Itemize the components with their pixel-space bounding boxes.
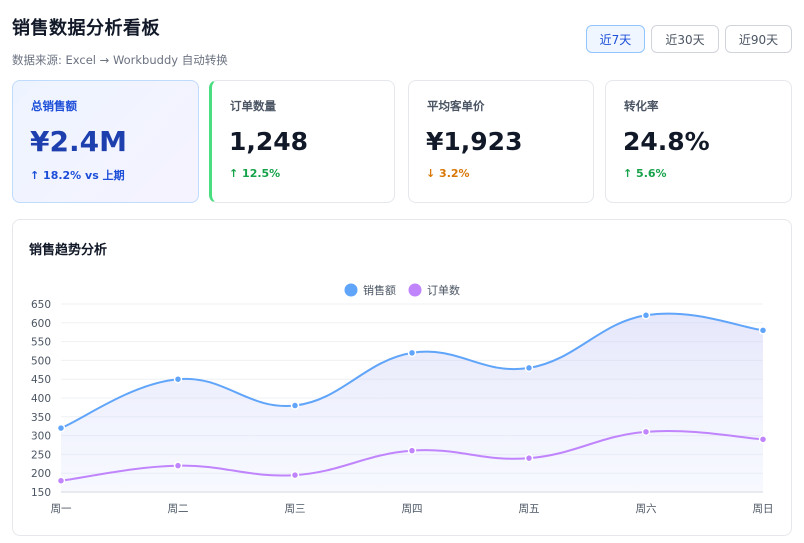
kpi-value: ¥2.4M <box>30 125 127 158</box>
y-tick-label: 400 <box>31 393 51 405</box>
sales-point <box>758 326 768 335</box>
sales-point <box>407 348 417 358</box>
kpi-value: 24.8% <box>623 127 710 156</box>
sales-point <box>173 374 183 384</box>
orders-point <box>56 476 66 485</box>
sales-point <box>641 311 651 320</box>
orders-point <box>758 435 768 444</box>
x-tick-label: 周三 <box>285 503 306 515</box>
y-tick-label: 450 <box>31 374 51 386</box>
page-header: 销售数据分析看板 数据来源: Excel → Workbuddy 自动转换 <box>12 14 228 68</box>
data-source-subtitle: 数据来源: Excel → Workbuddy 自动转换 <box>12 53 228 67</box>
kpi-cards: 总销售额 ¥2.4M ↑ 18.2% vs 上期 订单数量 1,248 ↑ 12… <box>12 80 792 203</box>
kpi-card-conversion-rate[interactable]: 转化率 24.8% ↑ 5.6% <box>605 80 792 203</box>
x-tick-label: 周四 <box>402 503 423 515</box>
x-tick-label: 周二 <box>168 503 189 515</box>
y-tick-label: 200 <box>31 468 51 480</box>
kpi-label: 订单数量 <box>230 99 276 113</box>
x-tick-label: 周日 <box>753 503 774 515</box>
page-title: 销售数据分析看板 <box>12 18 160 39</box>
kpi-change: ↑ 12.5% <box>229 167 281 180</box>
range-7-days-button[interactable]: 近7天 <box>586 25 645 53</box>
sales-trend-panel: 销售趋势分析 150 200 250 300 350 400 450 500 550 600 650… <box>12 219 792 536</box>
kpi-value: ¥1,923 <box>426 127 523 156</box>
legend-orders-label: 订单数 <box>427 284 460 297</box>
orders-point <box>290 470 300 480</box>
date-range-selector: 近7天 近30天 近90天 <box>586 25 792 53</box>
sales-point <box>524 363 534 373</box>
range-30-days-button[interactable]: 近30天 <box>651 25 719 53</box>
range-90-days-button[interactable]: 近90天 <box>725 25 792 53</box>
kpi-change: ↑ 18.2% vs 上期 <box>30 169 125 182</box>
legend-sales-marker <box>344 283 358 297</box>
y-tick-label: 600 <box>31 318 51 330</box>
kpi-label: 平均客单价 <box>427 99 485 113</box>
orders-point <box>407 446 417 455</box>
orders-point <box>173 461 183 470</box>
y-tick-label: 350 <box>31 412 51 424</box>
y-tick-label: 150 <box>31 487 51 499</box>
sales-point <box>56 423 66 433</box>
sales-point <box>290 401 300 410</box>
x-tick-label: 周六 <box>636 503 657 515</box>
sales-trend-chart: 150 200 250 300 350 400 450 500 550 600 650 周一 周二 周三 周… <box>31 283 774 515</box>
y-tick-label: 250 <box>31 449 51 461</box>
y-tick-label: 550 <box>31 337 51 349</box>
legend-sales-label: 销售额 <box>363 283 396 297</box>
kpi-label: 转化率 <box>624 99 659 113</box>
y-tick-label: 500 <box>31 355 51 367</box>
kpi-value: 1,248 <box>229 127 309 156</box>
kpi-card-average-order-value[interactable]: 平均客单价 ¥1,923 ↓ 3.2% <box>408 80 594 203</box>
x-tick-label: 周一 <box>51 503 72 515</box>
orders-point <box>524 453 534 463</box>
orders-point <box>641 427 651 437</box>
y-tick-label: 650 <box>31 299 51 311</box>
x-tick-label: 周五 <box>519 503 540 515</box>
kpi-card-order-count[interactable]: 订单数量 1,248 ↑ 12.5% <box>209 80 395 203</box>
y-tick-label: 300 <box>31 431 51 443</box>
kpi-change: ↑ 5.6% <box>623 167 667 180</box>
kpi-label: 总销售额 <box>31 99 77 113</box>
kpi-change: ↓ 3.2% <box>426 167 470 180</box>
kpi-card-total-sales[interactable]: 总销售额 ¥2.4M ↑ 18.2% vs 上期 <box>12 80 199 203</box>
legend-orders-marker <box>408 283 422 297</box>
